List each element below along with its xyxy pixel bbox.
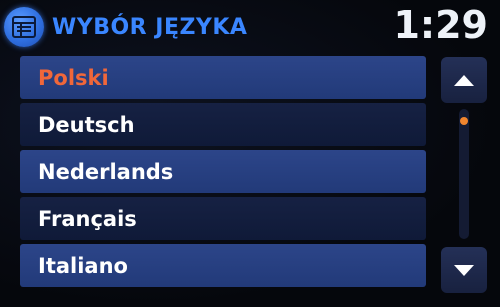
scroll-up-icon bbox=[454, 74, 474, 86]
language-label: Français bbox=[38, 206, 137, 231]
language-label: Nederlands bbox=[38, 159, 174, 184]
scroll-down-button[interactable] bbox=[441, 247, 487, 293]
scrollbar bbox=[441, 57, 487, 293]
page-title: WYBÓR JĘZYKA bbox=[52, 15, 248, 40]
scroll-up-button[interactable] bbox=[441, 57, 487, 103]
language-item-nederlands[interactable]: Nederlands bbox=[20, 150, 426, 193]
language-label: Italiano bbox=[38, 253, 128, 278]
scroll-down-icon bbox=[454, 264, 474, 276]
clock: 1:29 bbox=[393, 3, 488, 47]
language-label: Deutsch bbox=[38, 112, 135, 137]
scroll-thumb[interactable] bbox=[460, 117, 468, 125]
language-item-deutsch[interactable]: Deutsch bbox=[20, 103, 426, 146]
language-selection-screen: WYBÓR JĘZYKA 1:29 Polski Deutsch Nederla… bbox=[0, 0, 500, 307]
language-item-francais[interactable]: Français bbox=[20, 197, 426, 240]
language-item-polski[interactable]: Polski bbox=[20, 56, 426, 99]
language-settings-icon bbox=[4, 7, 44, 47]
language-item-italiano[interactable]: Italiano bbox=[20, 244, 426, 287]
scroll-track[interactable] bbox=[459, 109, 469, 239]
language-list: Polski Deutsch Nederlands Français Itali… bbox=[20, 56, 426, 291]
language-label: Polski bbox=[38, 65, 109, 90]
